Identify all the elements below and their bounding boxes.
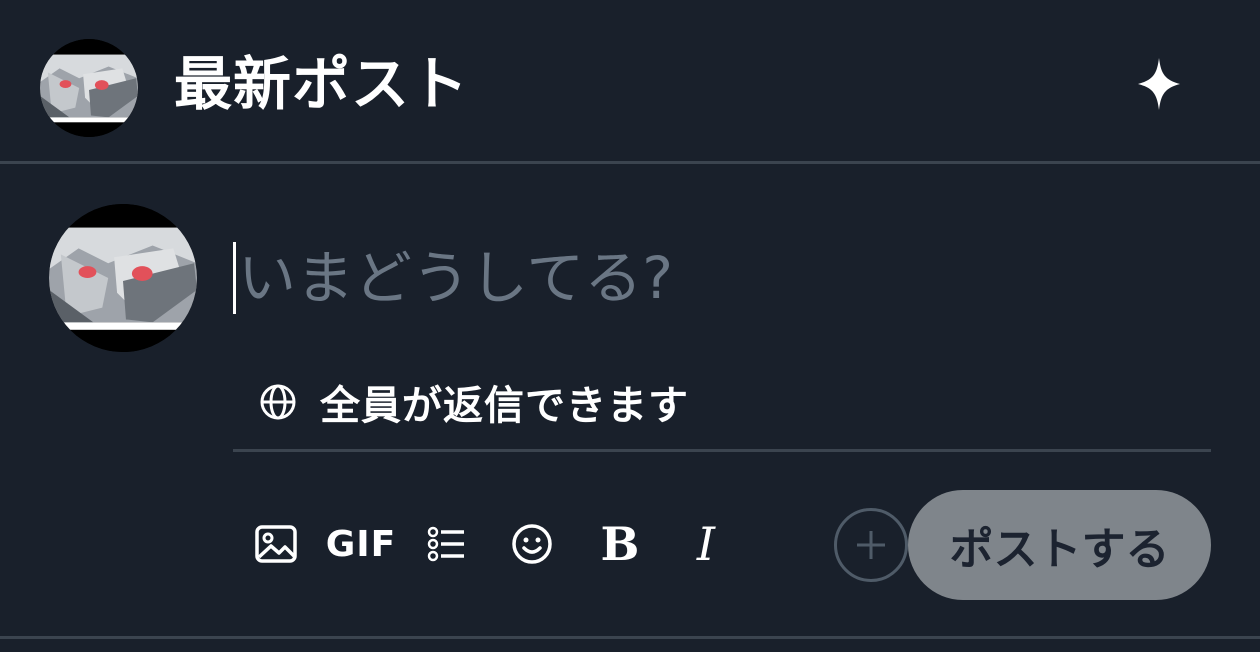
composer-divider (233, 449, 1211, 452)
emoji-button[interactable] (510, 516, 554, 572)
bold-button[interactable]: B (600, 516, 640, 572)
text-caret (233, 242, 236, 314)
bottom-divider (0, 636, 1260, 639)
list-button[interactable] (426, 516, 466, 572)
plus-icon (857, 531, 885, 559)
emoji-icon (512, 524, 552, 564)
header-avatar[interactable] (40, 39, 138, 137)
user-avatar-image (40, 39, 138, 137)
image-icon (255, 525, 297, 563)
reply-setting-label: 全員が返信できます (320, 383, 689, 429)
list-icon (427, 526, 464, 562)
globe-icon (260, 384, 296, 420)
italic-button[interactable]: I (686, 516, 726, 572)
user-avatar-image (49, 204, 197, 352)
timeline-header: 最新ポスト (0, 0, 1260, 164)
page-title: 最新ポスト (174, 50, 470, 118)
image-button[interactable] (254, 516, 298, 572)
composer-avatar[interactable] (49, 204, 197, 352)
gif-button[interactable]: GIF (325, 516, 397, 572)
bold-label: B (600, 517, 640, 571)
compose-input[interactable] (238, 238, 1138, 318)
sparkle-icon[interactable] (1136, 56, 1182, 112)
italic-label: I (696, 517, 716, 571)
reply-setting-button[interactable]: 全員が返信できます (258, 372, 689, 432)
post-button[interactable]: ポストする (908, 490, 1211, 600)
add-post-button[interactable] (834, 508, 908, 582)
gif-label: GIF (325, 523, 397, 565)
